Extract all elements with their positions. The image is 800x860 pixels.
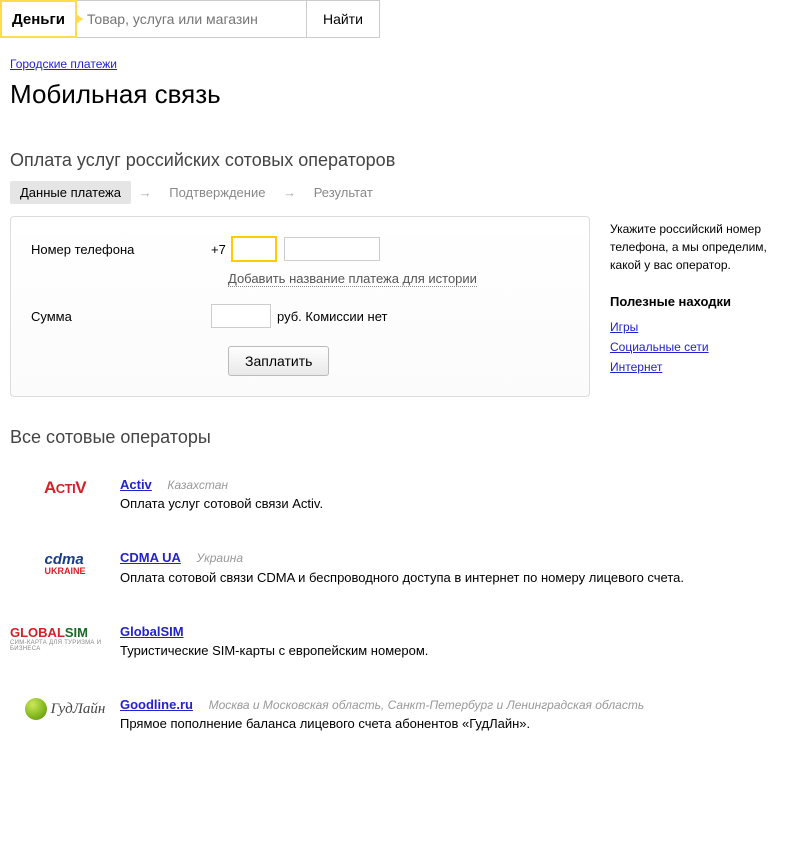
- breadcrumb-parent-link[interactable]: Городские платежи: [10, 57, 117, 71]
- operator-link[interactable]: CDMA UA: [120, 550, 181, 565]
- step-payment-data[interactable]: Данные платежа: [10, 181, 131, 204]
- operators-title: Все сотовые операторы: [10, 427, 790, 448]
- page-title: Мобильная связь: [10, 79, 790, 110]
- operator-desc: Прямое пополнение баланса лицевого счета…: [120, 715, 790, 733]
- operator-logo-cdma: cdmaUKRAINE: [10, 549, 120, 575]
- search-button[interactable]: Найти: [307, 0, 380, 38]
- operator-region: Москва и Московская область, Санкт-Петер…: [209, 698, 645, 712]
- operator-item: ACTIV Activ Казахстан Оплата услуг сотов…: [10, 458, 790, 531]
- operator-link[interactable]: GlobalSIM: [120, 624, 184, 639]
- operator-logo-activ: ACTIV: [10, 476, 120, 498]
- arrow-icon: →: [139, 185, 152, 200]
- sidebar-link-internet[interactable]: Интернет: [610, 358, 790, 376]
- operator-region: Казахстан: [167, 478, 228, 492]
- add-payment-name-link[interactable]: Добавить название платежа для истории: [228, 271, 477, 287]
- amount-suffix: руб. Комиссии нет: [277, 309, 387, 324]
- sidebar-link-games[interactable]: Игры: [610, 318, 790, 336]
- sidebar: Укажите российский номер телефона, а мы …: [610, 216, 790, 397]
- breadcrumb: Городские платежи: [10, 56, 790, 71]
- operator-item: ГудЛайн Goodline.ru Москва и Московская …: [10, 678, 790, 751]
- phone-number-input[interactable]: [284, 237, 380, 261]
- operator-desc: Оплата услуг сотовой связи Activ.: [120, 495, 790, 513]
- pay-button[interactable]: Заплатить: [228, 346, 329, 376]
- operator-desc: Оплата сотовой связи CDMA и беспроводног…: [120, 569, 790, 587]
- header: Деньги Найти: [0, 0, 800, 38]
- sidebar-links-title: Полезные находки: [610, 292, 790, 312]
- operator-item: cdmaUKRAINE CDMA UA Украина Оплата сотов…: [10, 531, 790, 604]
- form-section-title: Оплата услуг российских сотовых оператор…: [10, 150, 790, 171]
- phone-code-input[interactable]: [232, 237, 276, 261]
- operator-item: GLOBALSIMСИМ-КАРТА ДЛЯ ТУРИЗМА И БИЗНЕСА…: [10, 605, 790, 678]
- operator-link[interactable]: Goodline.ru: [120, 697, 193, 712]
- operator-region: Украина: [197, 551, 244, 565]
- logo[interactable]: Деньги: [0, 0, 77, 38]
- operator-desc: Туристические SIM-карты с европейским но…: [120, 642, 790, 660]
- sidebar-link-social[interactable]: Социальные сети: [610, 338, 790, 356]
- step-result[interactable]: Результат: [304, 181, 383, 204]
- operator-logo-goodline: ГудЛайн: [10, 696, 120, 720]
- phone-prefix: +7: [211, 242, 226, 257]
- amount-label: Сумма: [31, 309, 211, 324]
- operator-logo-globalsim: GLOBALSIMСИМ-КАРТА ДЛЯ ТУРИЗМА И БИЗНЕСА: [10, 623, 120, 652]
- payment-form-panel: Номер телефона +7 Добавить название плат…: [10, 216, 590, 397]
- operator-link[interactable]: Activ: [120, 477, 152, 492]
- amount-input[interactable]: [211, 304, 271, 328]
- operators-list: ACTIV Activ Казахстан Оплата услуг сотов…: [10, 458, 790, 752]
- arrow-icon: →: [283, 185, 296, 200]
- step-confirmation[interactable]: Подтверждение: [159, 181, 275, 204]
- phone-label: Номер телефона: [31, 242, 211, 257]
- steps: Данные платежа → Подтверждение → Результ…: [10, 181, 790, 204]
- search-input[interactable]: [77, 0, 307, 38]
- sidebar-hint: Укажите российский номер телефона, а мы …: [610, 220, 790, 274]
